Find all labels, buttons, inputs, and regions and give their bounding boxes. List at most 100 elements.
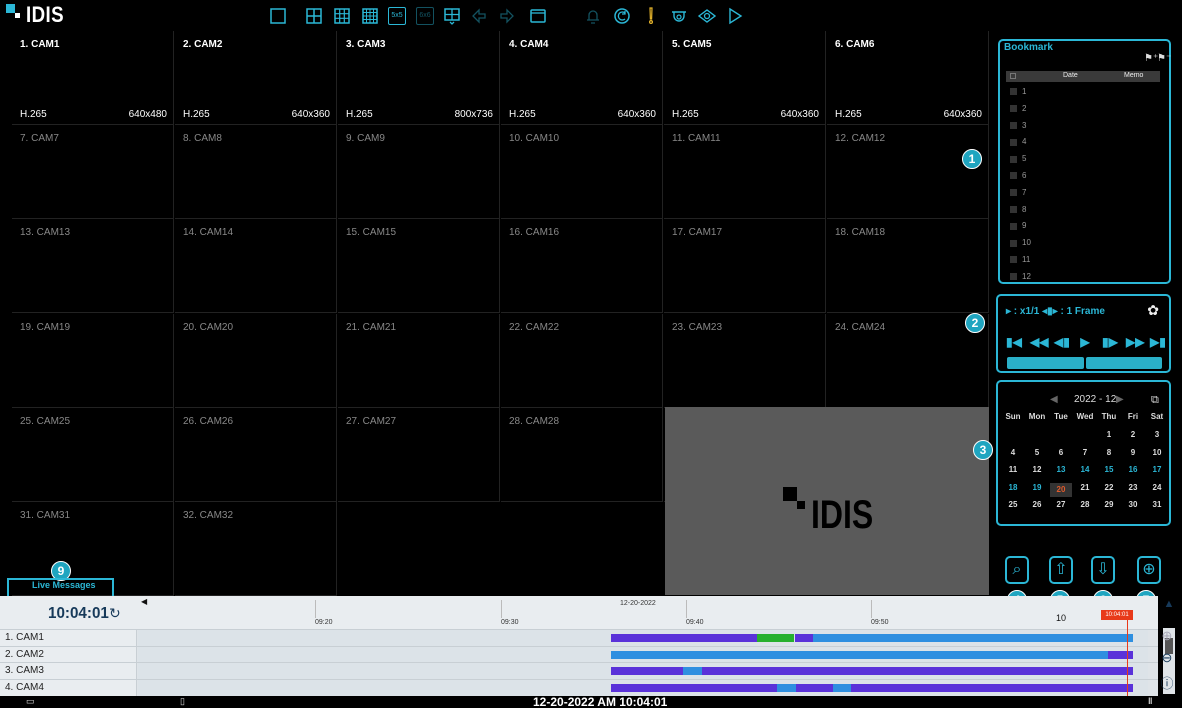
bookmark-row[interactable]: 5 — [1010, 154, 1026, 163]
bookmark-row[interactable]: 12 — [1010, 272, 1031, 281]
export-icon[interactable]: ⇧ — [1049, 556, 1073, 584]
storage-icon[interactable]: ▯ — [180, 696, 185, 707]
camera-tile[interactable]: 4. CAM4 H.265 640x360 — [501, 31, 663, 125]
calendar-day[interactable]: 19 — [1026, 483, 1048, 492]
bookmark-checkbox[interactable] — [1010, 273, 1017, 281]
next-month-icon[interactable]: ▶ — [1116, 394, 1124, 405]
camera-tile[interactable]: 32. CAM32 — [175, 502, 337, 596]
calendar-day[interactable]: 5 — [1026, 448, 1048, 457]
alarm-bell-icon[interactable] — [584, 7, 602, 25]
prev-month-icon[interactable]: ◀ — [1050, 394, 1058, 405]
timeline-track[interactable] — [138, 663, 1148, 680]
bookmark-row[interactable]: 1 — [1010, 87, 1026, 96]
search-icon[interactable]: ⌕ — [1005, 556, 1029, 584]
current-time-marker[interactable]: 10:04:01 — [1101, 610, 1133, 620]
calendar-day[interactable]: 21 — [1074, 483, 1096, 492]
play-icon[interactable] — [726, 7, 744, 25]
calendar-day[interactable]: 15 — [1098, 465, 1120, 474]
calendar-day[interactable]: 9 — [1122, 448, 1144, 457]
timeline-track[interactable] — [138, 630, 1148, 646]
calendar-day[interactable]: 13 — [1050, 465, 1072, 474]
recording-segment[interactable] — [610, 650, 1108, 659]
previous-group-icon[interactable] — [470, 7, 488, 25]
calendar-day[interactable]: 2 — [1122, 430, 1144, 439]
camera-tile[interactable]: 19. CAM19 — [12, 313, 174, 408]
recording-segment[interactable] — [812, 634, 1133, 642]
bookmark-row[interactable]: 9 — [1010, 221, 1026, 230]
calendar-day[interactable]: 18 — [1002, 483, 1024, 492]
recording-segment[interactable] — [777, 684, 796, 693]
calendar-goto-icon[interactable]: ⧉ — [1151, 394, 1159, 407]
camera-tile[interactable]: 10. CAM10 — [501, 125, 663, 220]
bookmark-row[interactable]: 6 — [1010, 171, 1026, 180]
recording-segment[interactable] — [851, 684, 1133, 693]
next-group-icon[interactable] — [498, 7, 516, 25]
fast-forward-icon[interactable]: ▶▶ — [1126, 336, 1144, 348]
alert-icon[interactable] — [642, 7, 660, 25]
camera-tile[interactable]: 28. CAM28 — [501, 407, 663, 502]
timeline-row[interactable]: 1. CAM1 — [0, 629, 1158, 646]
calendar-day[interactable]: 23 — [1122, 483, 1144, 492]
timeline-track[interactable] — [138, 646, 1148, 663]
calendar-day[interactable]: 26 — [1026, 500, 1048, 509]
bookmark-checkbox[interactable] — [1010, 205, 1017, 213]
camera-tile[interactable]: 5. CAM5 H.265 640x360 — [664, 31, 826, 125]
recording-segment[interactable] — [683, 667, 702, 676]
calendar-day[interactable]: 28 — [1074, 500, 1096, 509]
camera-tile[interactable]: 26. CAM26 — [175, 407, 337, 502]
timeline-row[interactable]: 2. CAM2 — [0, 645, 1158, 663]
camera-tile[interactable]: 11. CAM11 — [664, 125, 826, 220]
calendar-day[interactable]: 4 — [1002, 448, 1024, 457]
camera-tile[interactable]: 27. CAM27 — [338, 407, 500, 502]
playback-speed-slider[interactable] — [1007, 357, 1162, 369]
calendar-day[interactable]: 25 — [1002, 500, 1024, 509]
zoom-out-timeline-icon[interactable]: ⊖ — [1156, 650, 1178, 666]
camera-tile[interactable]: 21. CAM21 — [338, 313, 500, 408]
recording-segment[interactable] — [757, 634, 795, 642]
calendar-day[interactable]: 24 — [1146, 483, 1168, 492]
calendar-day[interactable]: 16 — [1122, 465, 1144, 474]
camera-tile[interactable]: 23. CAM23 — [664, 313, 826, 408]
bookmark-row[interactable]: 7 — [1010, 188, 1026, 197]
timeline-row[interactable]: 3. CAM3 — [0, 662, 1158, 680]
camera-tile[interactable]: 15. CAM15 — [338, 219, 500, 314]
bookmark-row[interactable]: 10 — [1010, 238, 1031, 247]
camera-tile[interactable]: 12. CAM12 — [827, 125, 989, 220]
clip-copy-icon[interactable]: ⇩ — [1091, 556, 1115, 584]
camera-tile[interactable]: 16. CAM16 — [501, 219, 663, 314]
calendar-day[interactable]: 14 — [1074, 465, 1096, 474]
bookmark-checkbox[interactable] — [1010, 222, 1017, 230]
bookmark-remove-icon[interactable]: ⚑⁻ — [1157, 53, 1171, 64]
recording-segment[interactable] — [610, 684, 778, 693]
camera-tile[interactable]: 13. CAM13 — [12, 219, 174, 314]
view-eye-icon[interactable] — [698, 7, 716, 25]
calendar-day[interactable]: 7 — [1074, 448, 1096, 457]
camera-tile[interactable]: 7. CAM7 — [12, 125, 174, 220]
timeline-row[interactable]: 4. CAM4 — [0, 679, 1158, 697]
layout-3x3-icon[interactable] — [333, 7, 351, 25]
bookmark-checkbox[interactable] — [1010, 88, 1017, 96]
bookmark-checkbox[interactable] — [1010, 172, 1017, 180]
recording-segment[interactable] — [795, 684, 833, 693]
timeline-track[interactable] — [138, 680, 1148, 697]
camera-tile[interactable]: 9. CAM9 — [338, 125, 500, 220]
pause-icon[interactable]: ‖ — [1148, 696, 1152, 706]
gear-icon[interactable]: ✿ — [1147, 302, 1159, 319]
camera-tile[interactable]: 17. CAM17 — [664, 219, 826, 314]
calendar-day[interactable]: 11 — [1002, 465, 1024, 474]
calendar-day[interactable]: 30 — [1122, 500, 1144, 509]
layout-custom-icon[interactable] — [443, 7, 461, 25]
calendar-day[interactable]: 10 — [1146, 448, 1168, 457]
bookmark-checkbox[interactable] — [1010, 239, 1017, 247]
calendar-day[interactable]: 3 — [1146, 430, 1168, 439]
camera-tile[interactable]: 22. CAM22 — [501, 313, 663, 408]
bookmark-row[interactable]: 11 — [1010, 255, 1030, 264]
calendar-day[interactable]: 8 — [1098, 448, 1120, 457]
camera-tile[interactable]: 6. CAM6 H.265 640x360 — [827, 31, 989, 125]
layout-1x1-icon[interactable] — [269, 7, 287, 25]
play-icon[interactable]: ▶ — [1078, 336, 1092, 348]
fast-rewind-icon[interactable]: ◀◀ — [1030, 336, 1048, 348]
fullscreen-icon[interactable] — [529, 7, 547, 25]
recording-segment[interactable] — [610, 634, 758, 642]
dome-camera-icon[interactable] — [670, 7, 688, 25]
